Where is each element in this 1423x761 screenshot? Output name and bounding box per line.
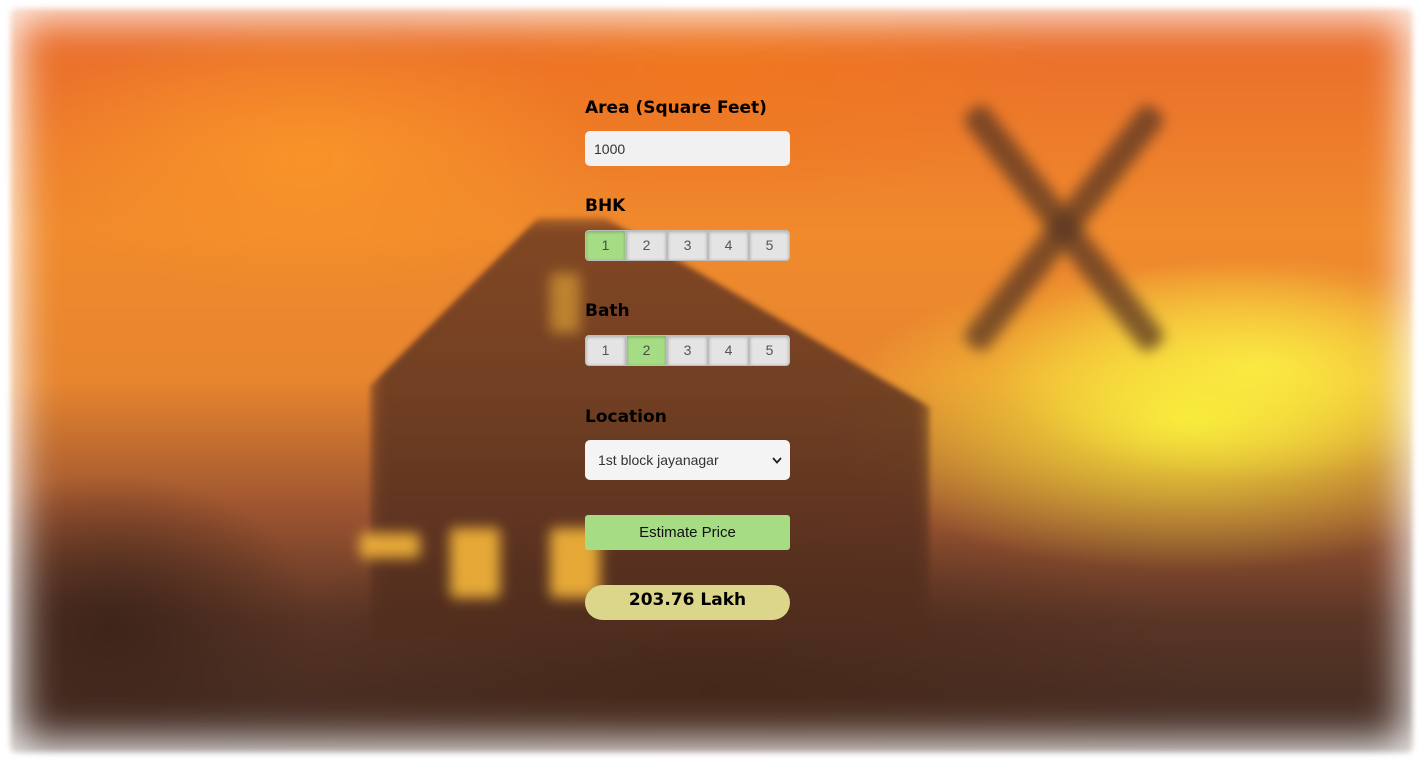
- area-input[interactable]: [585, 131, 790, 166]
- bath-option[interactable]: 5: [749, 335, 790, 366]
- bath-option[interactable]: 1: [585, 335, 626, 366]
- bhk-selector: 12345: [585, 230, 790, 261]
- bath-selector: 12345: [585, 335, 790, 366]
- bath-option[interactable]: 4: [708, 335, 749, 366]
- window-glow: [450, 528, 500, 598]
- location-label: Location: [585, 407, 667, 427]
- bhk-option[interactable]: 4: [708, 230, 749, 261]
- bhk-option[interactable]: 1: [585, 230, 626, 261]
- bhk-label: BHK: [585, 196, 626, 216]
- estimated-price-result: 203.76 Lakh: [585, 585, 790, 620]
- bhk-option[interactable]: 2: [626, 230, 667, 261]
- location-select[interactable]: 1st block jayanagar: [585, 440, 790, 480]
- window-glow: [360, 533, 420, 558]
- price-estimate-form: Area (Square Feet) BHK 12345 Bath 12345 …: [585, 94, 790, 620]
- bath-option[interactable]: 3: [667, 335, 708, 366]
- bath-label: Bath: [585, 301, 630, 321]
- bhk-option[interactable]: 5: [749, 230, 790, 261]
- chevron-down-icon: [772, 455, 782, 465]
- location-selected-value: 1st block jayanagar: [598, 452, 719, 468]
- window-glow: [550, 273, 580, 333]
- area-label: Area (Square Feet): [585, 98, 767, 118]
- bath-option[interactable]: 2: [626, 335, 667, 366]
- bhk-option[interactable]: 3: [667, 230, 708, 261]
- estimate-price-button[interactable]: Estimate Price: [585, 515, 790, 550]
